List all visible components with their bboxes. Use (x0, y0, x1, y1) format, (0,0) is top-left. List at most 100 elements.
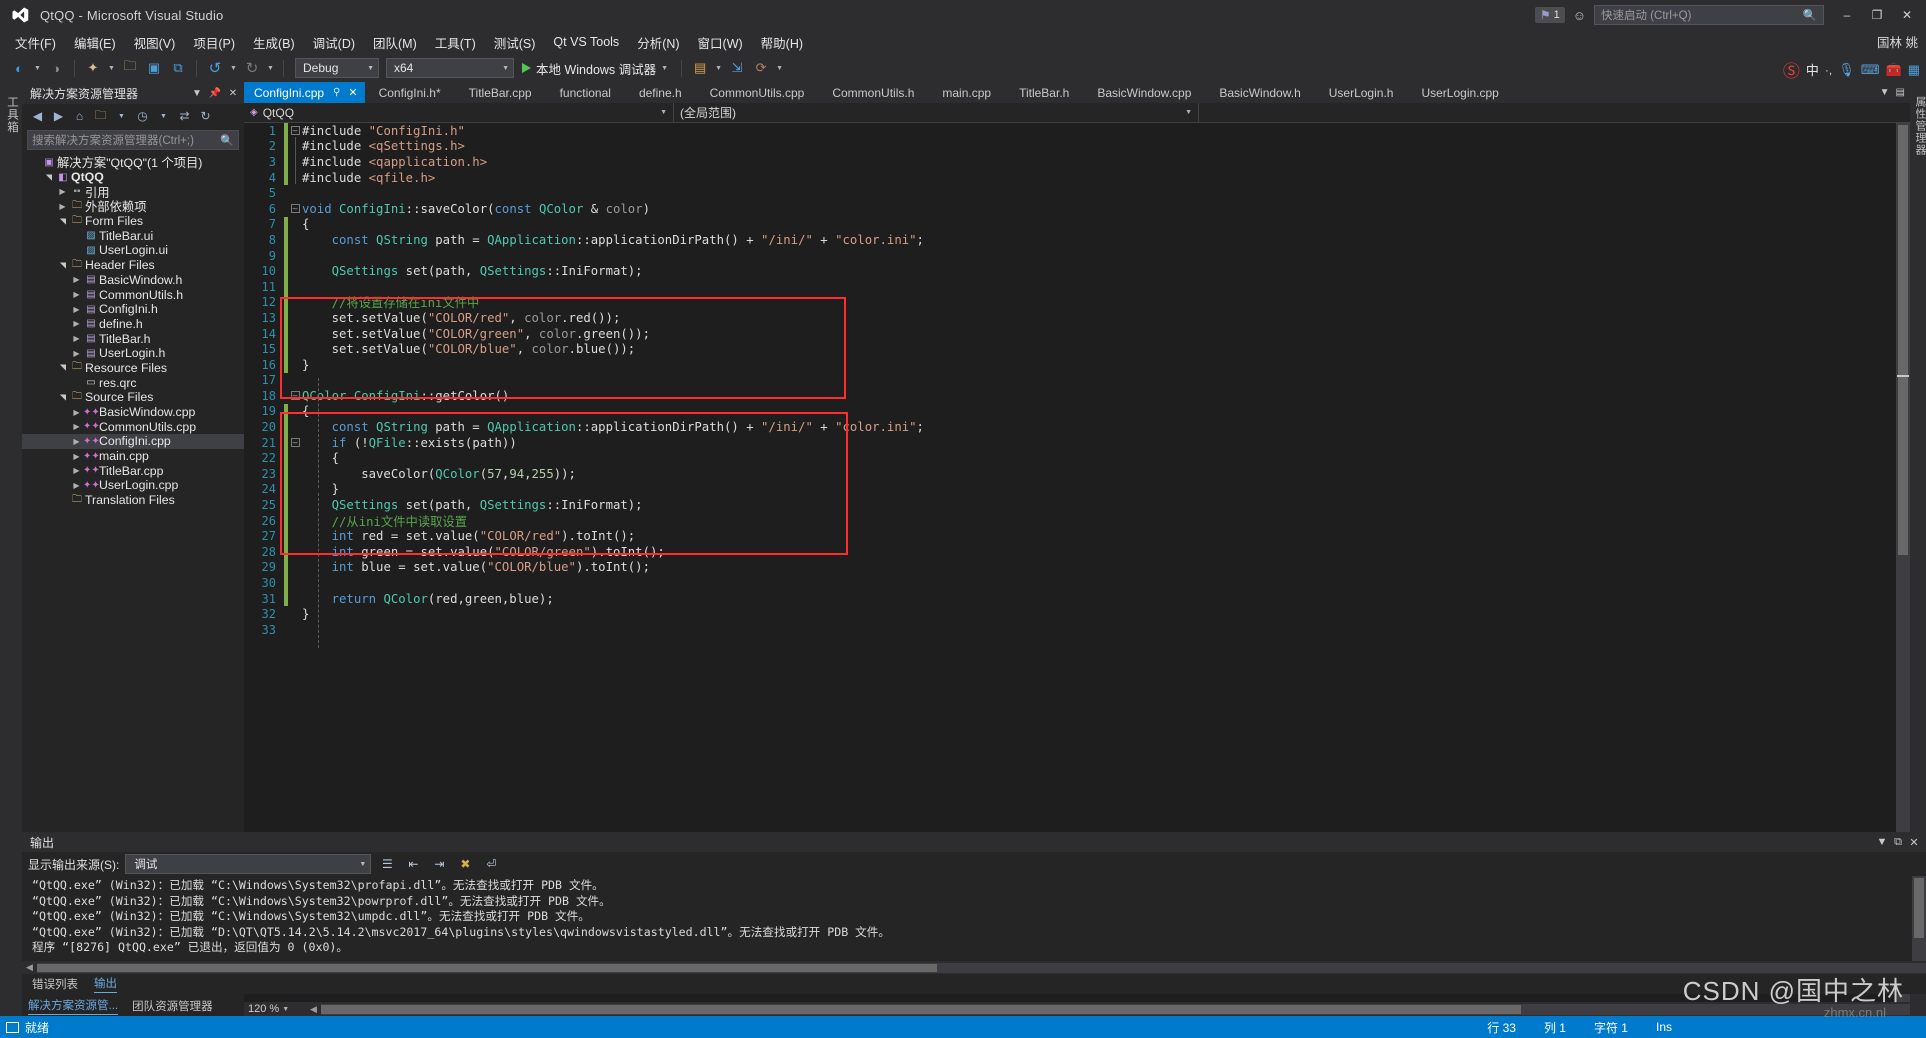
pin-icon[interactable]: 📌 (208, 88, 222, 99)
code-line[interactable]: 16} (244, 356, 1910, 373)
output-horizontal-scroll-thumb[interactable] (36, 963, 937, 972)
twisty-collapsed-icon[interactable]: ▶ (70, 305, 83, 314)
menu-item-help[interactable]: 帮助(H) (752, 30, 812, 55)
tree-item-headerfiles[interactable]: ◢ 🗀 Header Files (22, 258, 244, 273)
code-line[interactable]: 3 #include <qapplication.h> (244, 152, 1910, 170)
quick-launch-input[interactable]: 快速启动 (Ctrl+Q) 🔍 (1594, 5, 1824, 25)
notification-badge[interactable]: ⚑ 1 (1534, 7, 1565, 23)
editor-tab-main.cpp[interactable]: main.cpp (928, 82, 1006, 103)
apps-grid-icon[interactable]: ▦ (1908, 62, 1920, 78)
tree-item-sourcefiles[interactable]: ◢ 🗀 Source Files (22, 390, 244, 405)
pending-changes-icon[interactable]: ◷ (133, 107, 152, 126)
tree-item-resourcefiles[interactable]: ◢ 🗀 Resource Files (22, 361, 244, 376)
twisty-collapsed-icon[interactable]: ▶ (70, 334, 83, 343)
tree-item-titlebar.ui[interactable]: ▨ TitleBar.ui (22, 228, 244, 243)
find-message-icon[interactable]: ⇤ (403, 854, 423, 874)
editor-zoom-control[interactable]: 120 % ▼ (244, 1002, 306, 1016)
back-arrow-icon[interactable]: ◐ (8, 57, 30, 79)
twisty-collapsed-icon[interactable]: ▶ (70, 349, 83, 358)
menu-item-debug[interactable]: 调试(D) (304, 30, 364, 55)
attach-dropdown-icon[interactable]: ▼ (713, 65, 724, 72)
code-line[interactable]: 9 (244, 247, 1910, 264)
tree-item-define.h[interactable]: ▶ ▤ define.h (22, 317, 244, 332)
editor-tab-configini.h[interactable]: ConfigIni.h* (364, 82, 455, 103)
code-line[interactable]: 29 int blue = set.value("COLOR/blue").to… (244, 559, 1910, 576)
tab-solution-explorer[interactable]: 解决方案资源管... (28, 997, 119, 1015)
menu-item-qt-vs-tools[interactable]: Qt VS Tools (544, 32, 628, 52)
code-line[interactable]: 30 (244, 575, 1910, 591)
fold-toggle-icon[interactable]: – (288, 203, 302, 214)
code-line[interactable]: 12 //将设置存储在ini文件中 (244, 294, 1910, 310)
code-line[interactable]: 21 – if (!QFile::exists(path)) (244, 434, 1910, 451)
twisty-collapsed-icon[interactable]: ▶ (70, 422, 83, 431)
tree-item-formfiles[interactable]: ◢ 🗀 Form Files (22, 214, 244, 229)
twisty-expanded-icon[interactable]: ◢ (44, 171, 53, 184)
attach-icon[interactable]: ▤ (689, 57, 711, 79)
editor-vertical-scroll-thumb[interactable] (1898, 125, 1908, 555)
maximize-button[interactable]: ❐ (1862, 1, 1892, 29)
code-line[interactable]: 2 #include <qSettings.h> (244, 137, 1910, 155)
pin-icon[interactable]: ⚲ (333, 87, 340, 98)
code-line[interactable]: 24 } (244, 481, 1910, 498)
menu-item-project[interactable]: 项目(P) (184, 30, 244, 55)
code-line[interactable]: 4 #include <qfile.h> (244, 168, 1910, 186)
tree-item-commonutils.cpp[interactable]: ▶ ✦✦ CommonUtils.cpp (22, 419, 244, 434)
editor-tab-functional[interactable]: functional (545, 82, 625, 103)
twisty-collapsed-icon[interactable]: ▶ (70, 275, 83, 284)
toggle-word-wrap-icon[interactable]: ⏎ (481, 854, 501, 874)
twisty-expanded-icon[interactable]: ◢ (58, 361, 67, 374)
code-line[interactable]: 28 int green = set.value("COLOR/green").… (244, 544, 1910, 560)
twisty-expanded-icon[interactable]: ◢ (58, 259, 67, 272)
find-next-icon[interactable]: ⇥ (429, 854, 449, 874)
ime-mode-chinese[interactable]: 中 (1806, 60, 1819, 79)
code-line[interactable]: 23 saveColor(QColor(57,94,255)); (244, 466, 1910, 482)
code-line[interactable]: 8 const QString path = QApplication::app… (244, 232, 1910, 248)
tree-item-[interactable]: ▶ 🗀 外部依赖项 (22, 199, 244, 215)
redo-icon[interactable]: ↻ (241, 57, 263, 79)
navbar-scope-combo[interactable]: (全局范围) ▼ (674, 103, 1199, 122)
clear-all-icon[interactable]: ✖ (455, 854, 475, 874)
output-text-area[interactable]: “QtQQ.exe” (Win32)：已加载 “C:\Windows\Syste… (22, 876, 1926, 961)
editor-tab-titlebar.h[interactable]: TitleBar.h (1005, 82, 1084, 103)
navbar-project-combo[interactable]: ◈ QtQQ ▼ (244, 103, 674, 122)
tree-item-configini.cpp[interactable]: ▶ ✦✦ ConfigIni.cpp (22, 434, 244, 449)
fold-toggle-icon[interactable]: – (288, 125, 302, 136)
close-button[interactable]: ✕ (1892, 1, 1922, 29)
platform-combo[interactable]: x64 ▼ (386, 58, 514, 78)
editor-tab-basicwindow.h[interactable]: BasicWindow.h (1205, 82, 1315, 103)
twisty-collapsed-icon[interactable]: ▶ (70, 452, 83, 461)
refresh-icon[interactable]: ↻ (196, 107, 215, 126)
tree-item-basicwindow.cpp[interactable]: ▶ ✦✦ BasicWindow.cpp (22, 405, 244, 420)
editor-tab-userlogin.cpp[interactable]: UserLogin.cpp (1407, 82, 1513, 103)
twisty-collapsed-icon[interactable]: ▶ (70, 319, 83, 328)
editor-tab-commonutils.h[interactable]: CommonUtils.h (818, 82, 929, 103)
start-debugging-button[interactable]: 本地 Windows 调试器 ▼ (516, 59, 674, 78)
scroll-left-arrow-icon[interactable]: ◀ (22, 962, 37, 973)
code-line[interactable]: 18 – QColor ConfigIni::getColor() (244, 388, 1910, 404)
output-source-combo[interactable]: 调试 ▼ (125, 854, 372, 874)
code-line[interactable]: 27 int red = set.value("COLOR/red").toIn… (244, 528, 1910, 545)
editor-horizontal-scroll-thumb[interactable] (320, 1004, 1521, 1014)
minimize-button[interactable]: – (1832, 1, 1862, 29)
chevron-down-icon[interactable]: ▼ (1874, 836, 1890, 848)
toolbox-rail[interactable]: 工具箱 (0, 82, 22, 1016)
twisty-collapsed-icon[interactable]: ▶ (56, 187, 69, 196)
tree-item-res.qrc[interactable]: ▭ res.qrc (22, 375, 244, 390)
hot-reload-dropdown-icon[interactable]: ▼ (774, 65, 785, 72)
menu-item-test[interactable]: 测试(S) (485, 30, 545, 55)
chevron-down-icon[interactable]: ▼ (112, 107, 131, 126)
code-line[interactable]: 25 QSettings set(path, QSettings::IniFor… (244, 497, 1910, 513)
code-line[interactable]: 7{ (244, 216, 1910, 233)
code-line[interactable]: 15 set.setValue("COLOR/blue", color.blue… (244, 341, 1910, 357)
close-icon[interactable]: ✕ (226, 88, 240, 99)
solution-explorer-search-input[interactable]: 搜索解决方案资源管理器(Ctrl+;) 🔍 (27, 130, 239, 150)
chevron-down-icon[interactable]: ▼ (661, 65, 668, 72)
menu-item-build[interactable]: 生成(B) (244, 30, 304, 55)
code-line[interactable]: 14 set.setValue("COLOR/green", color.gre… (244, 325, 1910, 342)
chevron-down-icon[interactable]: ▼ (282, 1006, 289, 1013)
code-line[interactable]: 17 (244, 373, 1910, 389)
feedback-smiley-icon[interactable]: ☺ (1573, 8, 1586, 23)
twisty-collapsed-icon[interactable]: ▶ (70, 481, 83, 490)
twisty-expanded-icon[interactable]: ◢ (58, 391, 67, 404)
list-icon[interactable]: ☰ (377, 854, 397, 874)
